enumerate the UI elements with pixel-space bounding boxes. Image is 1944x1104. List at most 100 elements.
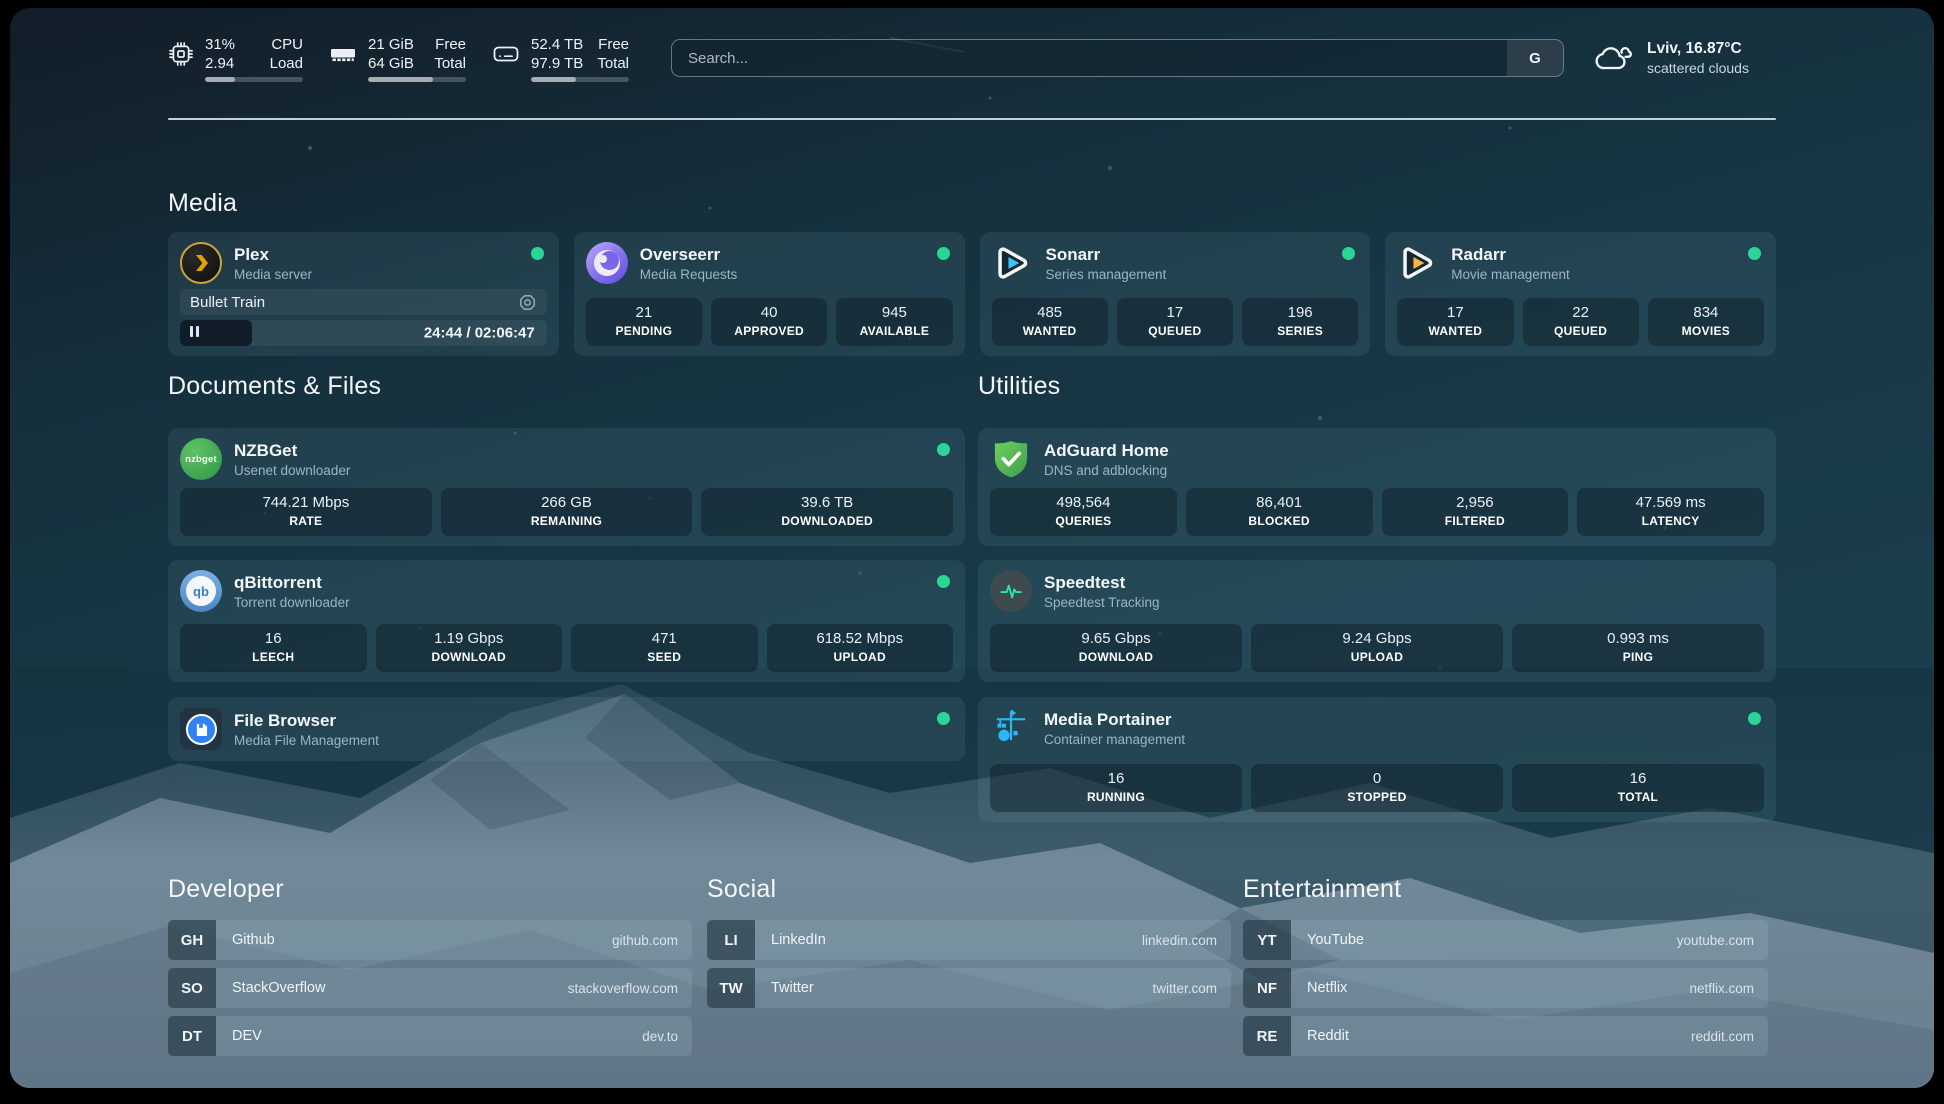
bookmark-linkedin[interactable]: LI LinkedIn linkedin.com	[707, 920, 1231, 960]
stats-row: 485 WANTED 17 QUEUED 196 SERIES	[992, 298, 1359, 346]
app-title: Overseerr	[640, 244, 738, 265]
stat-label: FILTERED	[1386, 513, 1565, 529]
bookmark-twitter[interactable]: TW Twitter twitter.com	[707, 968, 1231, 1008]
app-subtitle: Torrent downloader	[234, 594, 350, 611]
app-subtitle: DNS and adblocking	[1044, 462, 1169, 479]
stat-label: DOWNLOADED	[705, 513, 949, 529]
stats-row: 17 WANTED 22 QUEUED 834 MOVIES	[1397, 298, 1764, 346]
app-subtitle: Media Requests	[640, 266, 738, 283]
memory-free: 21 GiB	[368, 35, 414, 54]
stats-row: 9.65 Gbps DOWNLOAD 9.24 Gbps UPLOAD 0.99…	[990, 624, 1764, 672]
bookmark-youtube[interactable]: YT YouTube youtube.com	[1243, 920, 1768, 960]
stat-value: 266 GB	[445, 493, 689, 512]
section-social: Social LI LinkedIn linkedin.com TW Twitt…	[707, 874, 1231, 1016]
bookmark-abbr: LI	[707, 920, 755, 960]
plex-card[interactable]: Plex Media server Bullet Train 24:44	[168, 232, 559, 356]
app-title: Media Portainer	[1044, 709, 1185, 730]
progress-fill	[180, 320, 252, 346]
qbittorrent-card[interactable]: qb qBittorrent Torrent downloader 16 LEE…	[168, 560, 965, 682]
app-subtitle: Usenet downloader	[234, 462, 350, 479]
search-provider-button[interactable]: G	[1507, 40, 1563, 76]
stat-value: 21	[590, 303, 698, 322]
app-subtitle: Container management	[1044, 731, 1185, 748]
section-title-utilities: Utilities	[978, 370, 1776, 402]
bookmark-github[interactable]: GH Github github.com	[168, 920, 692, 960]
stat-label: LATENCY	[1581, 513, 1760, 529]
bookmark-abbr: GH	[168, 920, 216, 960]
stat-available: 945 AVAILABLE	[836, 298, 952, 346]
stat-filtered: 2,956 FILTERED	[1382, 488, 1569, 536]
header-divider	[168, 118, 1776, 120]
stat-value: 17	[1401, 303, 1509, 322]
qbittorrent-icon: qb	[180, 570, 222, 612]
app-subtitle: Speedtest Tracking	[1044, 594, 1160, 611]
app-title: NZBGet	[234, 440, 350, 461]
stat-value: 0	[1255, 769, 1499, 788]
stat-latency: 47.569 ms LATENCY	[1577, 488, 1764, 536]
app-subtitle: Series management	[1046, 266, 1167, 283]
app-title: Radarr	[1451, 244, 1570, 265]
bookmark-name: Netflix	[1291, 980, 1689, 996]
stat-remaining: 266 GB REMAINING	[441, 488, 693, 536]
radarr-card[interactable]: Radarr Movie management 17 WANTED 22 QUE…	[1385, 232, 1776, 356]
stat-value: 47.569 ms	[1581, 493, 1760, 512]
stat-label: APPROVED	[715, 323, 823, 339]
app-title: File Browser	[234, 710, 379, 731]
bookmark-abbr: RE	[1243, 1016, 1291, 1056]
bookmark-dev[interactable]: DT DEV dev.to	[168, 1016, 692, 1056]
bookmark-reddit[interactable]: RE Reddit reddit.com	[1243, 1016, 1768, 1056]
stat-value: 39.6 TB	[705, 493, 949, 512]
bookmark-abbr: NF	[1243, 968, 1291, 1008]
portainer-icon	[990, 707, 1032, 749]
app-title: Sonarr	[1046, 244, 1167, 265]
stat-value: 0.993 ms	[1516, 629, 1760, 648]
search-bar[interactable]: G	[671, 39, 1564, 77]
stat-download: 1.19 Gbps DOWNLOAD	[376, 624, 563, 672]
stat-value: 86,401	[1190, 493, 1369, 512]
stat-label: BLOCKED	[1190, 513, 1369, 529]
stat-label: QUEUED	[1121, 323, 1229, 339]
stat-value: 40	[715, 303, 823, 322]
stat-label: PING	[1516, 649, 1760, 665]
sonarr-card[interactable]: Sonarr Series management 485 WANTED 17 Q…	[980, 232, 1371, 356]
filebrowser-icon	[180, 708, 222, 750]
speedtest-card[interactable]: Speedtest Speedtest Tracking 9.65 Gbps D…	[978, 560, 1776, 682]
overseerr-card[interactable]: Overseerr Media Requests 21 PENDING 40 A…	[574, 232, 965, 356]
weather-summary: Lviv, 16.87°C	[1647, 39, 1749, 59]
section-title-entertainment: Entertainment	[1243, 874, 1768, 904]
stat-label: AVAILABLE	[840, 323, 948, 339]
disk-progress-bar	[531, 77, 629, 82]
app-subtitle: Media server	[234, 266, 312, 283]
stat-label: STOPPED	[1255, 789, 1499, 805]
stat-value: 485	[996, 303, 1104, 322]
search-input[interactable]	[672, 50, 1507, 67]
status-dot	[937, 443, 950, 456]
stat-downloaded: 39.6 TB DOWNLOADED	[701, 488, 953, 536]
bookmark-url: github.com	[612, 933, 692, 948]
bookmark-stackoverflow[interactable]: SO StackOverflow stackoverflow.com	[168, 968, 692, 1008]
stat-value: 9.24 Gbps	[1255, 629, 1499, 648]
status-dot	[1748, 712, 1761, 725]
cpu-load: 2.94	[205, 54, 235, 73]
bookmark-abbr: TW	[707, 968, 755, 1008]
stat-download: 9.65 Gbps DOWNLOAD	[990, 624, 1242, 672]
bookmark-url: dev.to	[642, 1029, 692, 1044]
bookmark-name: Reddit	[1291, 1028, 1691, 1044]
disk-label-top: Free	[597, 35, 629, 54]
adguard-card[interactable]: AdGuard Home DNS and adblocking 498,564 …	[978, 428, 1776, 546]
stat-ping: 0.993 ms PING	[1512, 624, 1764, 672]
section-media: Media Plex Media server Bullet Train	[168, 188, 1776, 356]
stat-label: SERIES	[1246, 323, 1354, 339]
app-title: Speedtest	[1044, 572, 1160, 593]
portainer-card[interactable]: Media Portainer Container management 16 …	[978, 697, 1776, 822]
stat-value: 498,564	[994, 493, 1173, 512]
stat-value: 618.52 Mbps	[771, 629, 950, 648]
bookmark-abbr: SO	[168, 968, 216, 1008]
stat-label: UPLOAD	[771, 649, 950, 665]
nzbget-card[interactable]: nzbget NZBGet Usenet downloader 744.21 M…	[168, 428, 965, 546]
cpu-label-top: CPU	[270, 35, 303, 54]
filebrowser-card[interactable]: File Browser Media File Management	[168, 697, 965, 761]
weather-widget: Lviv, 16.87°C scattered clouds	[1594, 39, 1776, 77]
section-title-developer: Developer	[168, 874, 692, 904]
bookmark-netflix[interactable]: NF Netflix netflix.com	[1243, 968, 1768, 1008]
